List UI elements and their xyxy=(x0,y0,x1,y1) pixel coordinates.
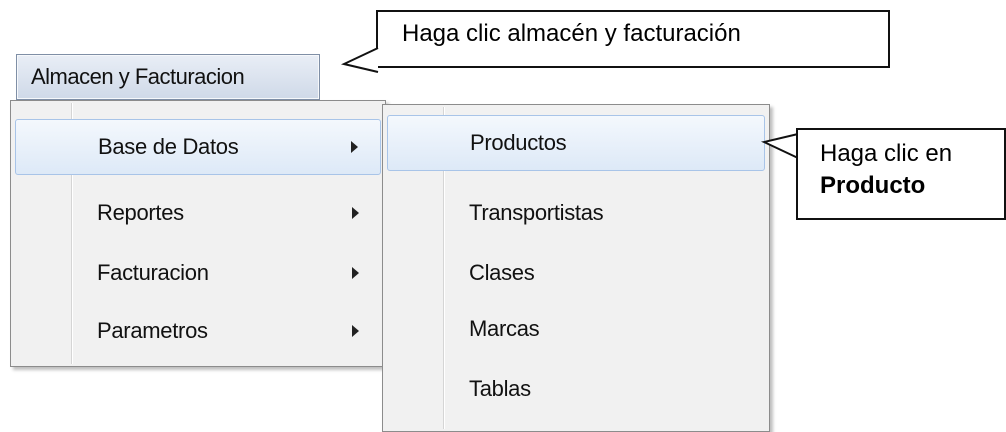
menu-item-marcas[interactable]: Marcas xyxy=(387,301,765,357)
dropdown-almacen: Base de Datos Reportes Facturacion Param… xyxy=(10,100,386,367)
menu-item-label: Parametros xyxy=(97,318,208,343)
callout-almacen-text: Haga clic almacén y facturación xyxy=(402,20,741,47)
menu-item-tablas[interactable]: Tablas xyxy=(387,361,765,417)
submenu-arrow-icon xyxy=(352,267,359,279)
menu-item-label: Tablas xyxy=(469,376,531,401)
menu-item-label: Base de Datos xyxy=(98,134,239,159)
callout-producto-line1: Haga clic en xyxy=(820,140,953,167)
callout-almacen: Haga clic almacén y facturación xyxy=(376,10,890,68)
callout-producto-line2: Producto xyxy=(820,172,926,200)
submenu-arrow-icon xyxy=(352,325,359,337)
submenu-base-de-datos: Productos Transportistas Clases Marcas T… xyxy=(382,104,770,432)
menu-item-label: Facturacion xyxy=(97,260,209,285)
menu-item-productos[interactable]: Productos xyxy=(387,115,765,171)
menu-item-label: Reportes xyxy=(97,200,184,225)
menubar-almacen-label: Almacen y Facturacion xyxy=(31,64,245,89)
menu-item-label: Clases xyxy=(469,260,535,285)
menu-item-parametros[interactable]: Parametros xyxy=(15,303,381,359)
menu-item-reportes[interactable]: Reportes xyxy=(15,185,381,241)
callout-producto-pointer xyxy=(760,133,799,159)
menu-item-clases[interactable]: Clases xyxy=(387,245,765,301)
menubar-almacen-facturacion[interactable]: Almacen y Facturacion xyxy=(16,54,320,100)
menu-item-facturacion[interactable]: Facturacion xyxy=(15,245,381,301)
menu-item-base-de-datos[interactable]: Base de Datos xyxy=(15,119,381,175)
menu-item-label: Productos xyxy=(470,130,567,155)
menu-item-label: Marcas xyxy=(469,316,540,341)
menu-item-label: Transportistas xyxy=(469,200,604,225)
callout-producto: Haga clic en Producto xyxy=(796,128,1006,220)
submenu-arrow-icon xyxy=(352,207,359,219)
callout-almacen-pointer xyxy=(340,47,379,73)
menu-item-transportistas[interactable]: Transportistas xyxy=(387,185,765,241)
submenu-arrow-icon xyxy=(351,141,358,153)
